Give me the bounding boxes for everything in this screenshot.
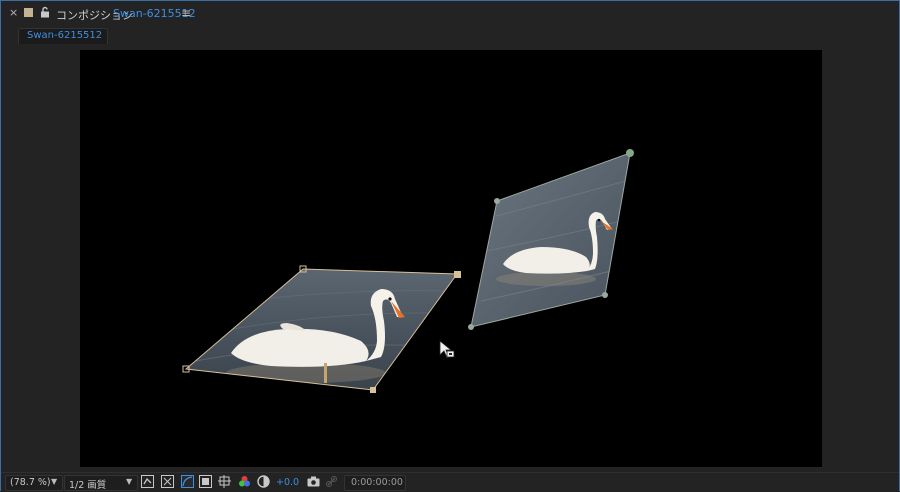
corner-handle[interactable]: [370, 387, 376, 393]
layer-swan-1[interactable]: [182, 265, 461, 393]
magnification-dropdown[interactable]: (78.7 %) ▼: [5, 475, 63, 491]
show-snapshot-icon[interactable]: [325, 475, 338, 488]
grid-guides-icon[interactable]: [218, 475, 231, 488]
current-time-display[interactable]: 0:00:00:00: [344, 475, 406, 491]
layers-overlay: [182, 149, 634, 393]
corner-handle[interactable]: [626, 149, 634, 157]
composition-panel: × コンポジション Swan-6215512 ≡ Swan-6215512 (7…: [0, 0, 900, 491]
exposure-value[interactable]: +0.0: [276, 477, 299, 488]
chevron-down-icon: ▼: [126, 477, 133, 486]
quality-value: 1/2 画質: [69, 480, 107, 491]
corner-handle[interactable]: [468, 324, 474, 330]
color-channels-icon[interactable]: [238, 475, 251, 488]
timecode-value: 0:00:00:00: [351, 477, 403, 488]
corner-handle[interactable]: [494, 198, 500, 204]
snapshot-camera-icon[interactable]: [307, 475, 320, 488]
layer-swan-2[interactable]: [468, 149, 634, 330]
zoom-value: (78.7 %): [10, 477, 51, 488]
toggle-transparency-grid-icon[interactable]: [141, 475, 154, 488]
toggle-mask-path-icon[interactable]: [181, 475, 194, 488]
corner-handle[interactable]: [454, 271, 461, 278]
chevron-down-icon: ▼: [51, 477, 58, 486]
safe-margins-icon[interactable]: [199, 475, 212, 488]
exposure-reset-icon[interactable]: [257, 475, 270, 488]
move-cursor-icon: [439, 340, 455, 359]
resolution-dropdown[interactable]: 1/2 画質 ▼: [64, 475, 138, 491]
region-of-interest-icon[interactable]: [161, 475, 174, 488]
corner-handle[interactable]: [602, 292, 608, 298]
